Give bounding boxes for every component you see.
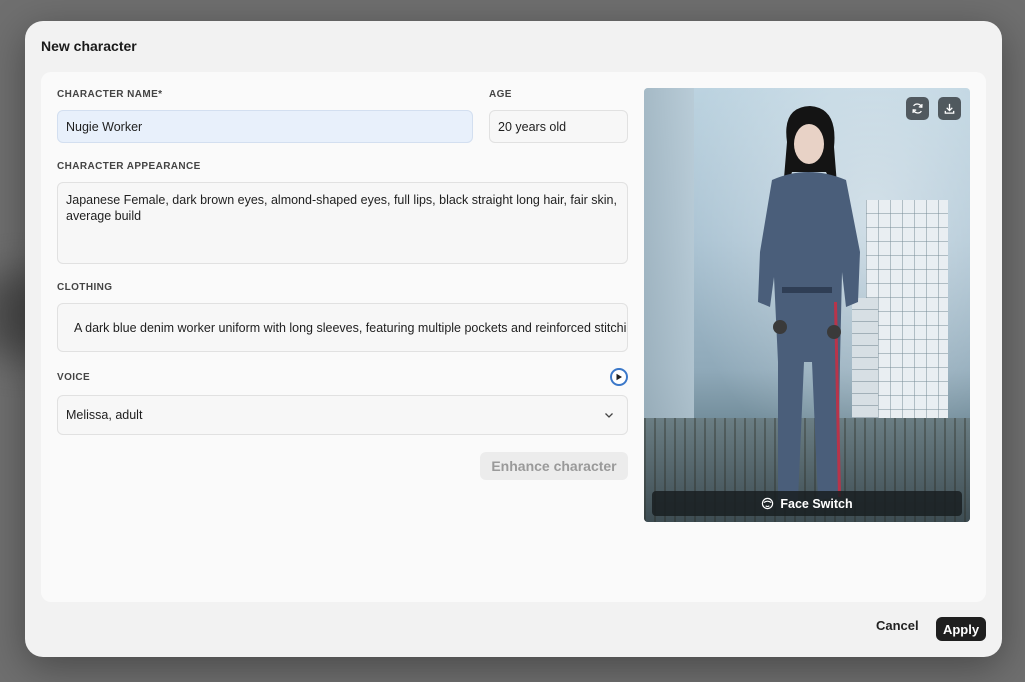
age-label: AGE (489, 89, 512, 100)
appearance-label: CHARACTER APPEARANCE (57, 161, 201, 172)
download-icon (944, 103, 955, 114)
image-person (758, 106, 860, 500)
clothing-value: A dark blue denim worker uniform with lo… (74, 320, 628, 335)
character-image: Face Switch (644, 88, 970, 522)
age-value: 20 years old (498, 119, 567, 134)
cancel-button[interactable]: Cancel (876, 618, 919, 633)
face-switch-button[interactable]: Face Switch (652, 491, 962, 516)
voice-play-button[interactable] (610, 368, 628, 386)
face-icon (762, 497, 774, 510)
dialog-title: New character (41, 38, 137, 54)
image-building (866, 200, 948, 450)
character-name-input[interactable]: Nugie Worker (57, 110, 473, 143)
apply-button[interactable]: Apply (936, 617, 986, 641)
dialog-content: CHARACTER NAME* Nugie Worker AGE 20 year… (41, 72, 986, 602)
voice-value: Melissa, adult (66, 408, 143, 422)
clothing-input[interactable]: A dark blue denim worker uniform with lo… (57, 303, 628, 352)
age-input[interactable]: 20 years old (489, 110, 628, 143)
character-name-label: CHARACTER NAME* (57, 89, 163, 100)
character-name-value: Nugie Worker (66, 119, 143, 134)
face-switch-label: Face Switch (780, 496, 853, 511)
chevron-down-icon (603, 409, 615, 421)
refresh-icon (912, 103, 923, 114)
appearance-textarea[interactable]: Japanese Female, dark brown eyes, almond… (57, 182, 628, 264)
appearance-value: Japanese Female, dark brown eyes, almond… (66, 193, 617, 223)
download-image-button[interactable] (938, 97, 961, 120)
regenerate-image-button[interactable] (906, 97, 929, 120)
voice-select[interactable]: Melissa, adult (57, 395, 628, 435)
voice-label: VOICE (57, 372, 91, 383)
enhance-character-button[interactable]: Enhance character (480, 452, 628, 480)
new-character-dialog: New character CHARACTER NAME* Nugie Work… (25, 21, 1002, 657)
play-icon (616, 373, 622, 381)
clothing-label: CLOTHING (57, 282, 113, 293)
